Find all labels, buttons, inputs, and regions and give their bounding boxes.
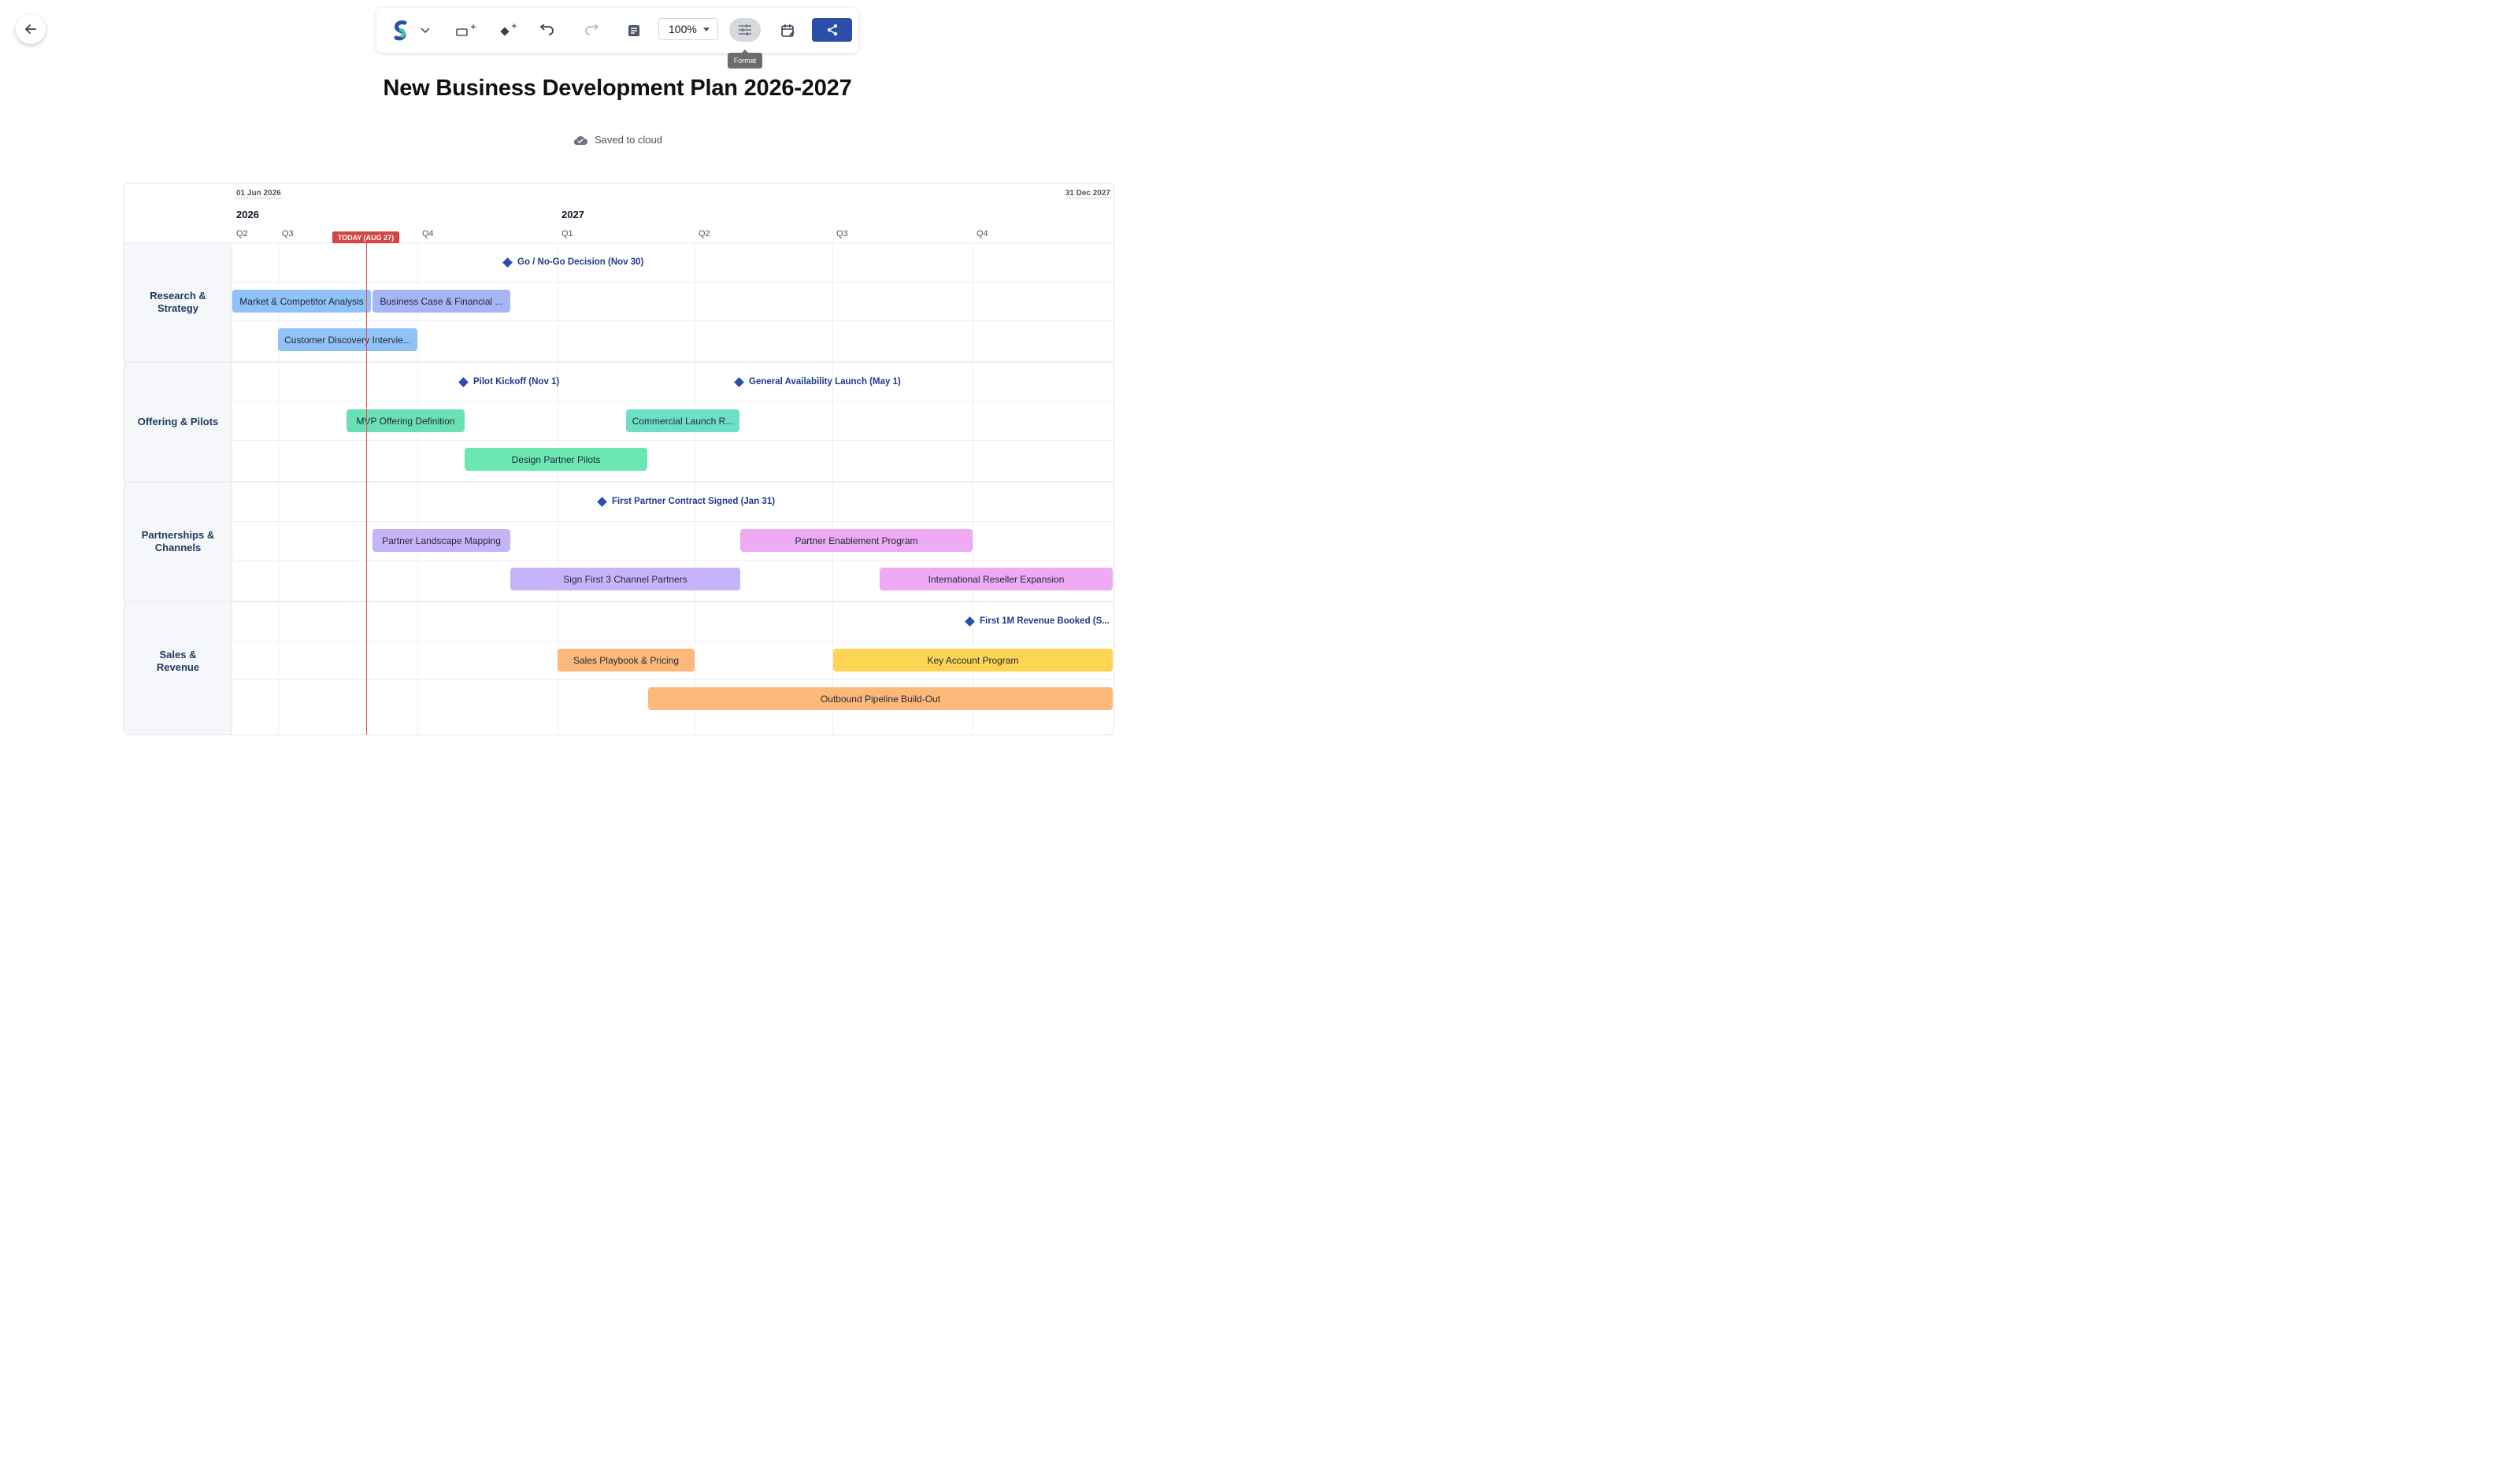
format-button[interactable] [729,18,761,42]
arrow-left-icon [25,24,36,34]
app-logo-icon[interactable] [387,8,414,53]
redo-button[interactable] [580,8,603,53]
milestone-label: First Partner Contract Signed (Jan 31) [612,497,776,506]
task-bar[interactable]: Commercial Launch R... [626,409,739,432]
row-divider [233,560,1114,561]
diamond-icon [458,376,469,387]
swimlane-sales-revenue: Sales & Revenue First 1M Revenue Booked … [124,602,1114,734]
swimlane-label[interactable]: Partnerships & Channels [124,483,232,601]
swimlane-label[interactable]: Offering & Pilots [124,363,232,481]
task-bar[interactable]: Outbound Pipeline Build-Out [648,687,1113,710]
diamond-icon [734,376,744,387]
redo-icon [585,24,599,35]
milestone-label: Pilot Kickoff (Nov 1) [473,377,560,387]
milestone[interactable]: General Availability Launch (May 1) [734,374,901,390]
zoom-select[interactable]: 100% [658,18,718,40]
quarter-label: Q2 [236,229,248,239]
milestone-label: First 1M Revenue Booked (S... [980,616,1110,626]
caret-down-icon [703,28,710,31]
share-button[interactable] [812,18,852,42]
row-divider [233,679,1114,680]
row-divider [233,320,1114,321]
task-bar[interactable]: Business Case & Financial ... [372,290,510,313]
year-label: 2027 [561,209,584,220]
format-tooltip: Format [728,50,762,68]
add-task-button[interactable] [452,8,480,53]
back-button[interactable] [16,14,46,44]
calendar-button[interactable] [776,8,800,53]
milestone[interactable]: First 1M Revenue Booked (S... [965,613,1110,629]
milestone[interactable]: Go / No-Go Decision (Nov 30) [502,254,644,270]
save-status: Saved to cloud [0,134,1235,146]
add-milestone-icon [500,23,517,36]
timeline-start-date[interactable]: 01 Jun 2026 [236,189,281,198]
today-badge: TODAY (AUG 27) [332,231,399,243]
diamond-icon [502,257,513,268]
zoom-value: 100% [669,23,697,35]
milestone-label: General Availability Launch (May 1) [749,377,901,387]
undo-button[interactable] [536,8,559,53]
swimlane-offering-pilots: Offering & Pilots Pilot Kickoff (Nov 1) … [124,363,1114,483]
quarter-label: Q4 [976,229,988,239]
quarter-label: Q3 [282,229,294,239]
milestone[interactable]: Pilot Kickoff (Nov 1) [458,374,560,390]
notes-button[interactable] [622,8,646,53]
milestone[interactable]: First Partner Contract Signed (Jan 31) [597,494,776,509]
task-bar[interactable]: Partner Landscape Mapping [372,529,510,552]
add-milestone-button[interactable] [495,8,523,53]
quarter-label: Q4 [422,229,434,239]
task-bar[interactable]: Sales Playbook & Pricing [558,649,695,672]
timeline-board: 01 Jun 2026 31 Dec 2027 2026 2027 Q2 Q3 … [124,183,1114,735]
quarter-label: Q3 [836,229,848,239]
task-bar[interactable]: Design Partner Pilots [465,448,647,471]
task-bar[interactable]: Market & Competitor Analysis [232,290,371,313]
save-status-text: Saved to cloud [594,134,662,146]
diamond-icon [597,496,607,507]
swimlane-label[interactable]: Sales & Revenue [124,602,232,720]
sliders-icon [739,24,751,35]
task-bar[interactable]: International Reseller Expansion [880,568,1113,590]
cloud-check-icon [573,135,587,145]
page-title[interactable]: New Business Development Plan 2026-2027 [0,76,1235,102]
undo-icon [539,24,554,35]
task-bar[interactable]: Customer Discovery Intervie... [278,328,417,351]
quarter-label: Q1 [561,229,573,239]
task-bar[interactable]: Sign First 3 Channel Partners [510,568,740,590]
row-divider [233,401,1114,402]
diamond-icon [965,616,975,627]
toolbar: 100% [376,8,858,53]
calendar-edit-icon [781,24,795,37]
task-bar[interactable]: MVP Offering Definition [346,409,465,432]
today-line [366,243,367,734]
swimlane-partnerships-channels: Partnerships & Channels First Partner Co… [124,483,1114,602]
task-bar[interactable]: Partner Enablement Program [740,529,973,552]
row-divider [233,282,1114,283]
quarter-label: Q2 [699,229,710,239]
add-task-icon [456,24,476,36]
notes-icon [628,24,639,36]
task-bar[interactable]: Key Account Program [833,649,1113,672]
swimlane-research-strategy: Research & Strategy Go / No-Go Decision … [124,243,1114,363]
year-label: 2026 [236,209,259,220]
timeline-end-date[interactable]: 31 Dec 2027 [1065,189,1110,198]
row-divider [233,641,1114,642]
swimlane-label[interactable]: Research & Strategy [124,243,232,361]
row-divider [233,521,1114,522]
swimlane-label-filler [124,720,232,734]
share-icon [827,24,837,36]
logo-menu-chevron-icon[interactable] [417,8,433,53]
milestone-label: Go / No-Go Decision (Nov 30) [517,257,644,267]
row-divider [233,440,1114,441]
